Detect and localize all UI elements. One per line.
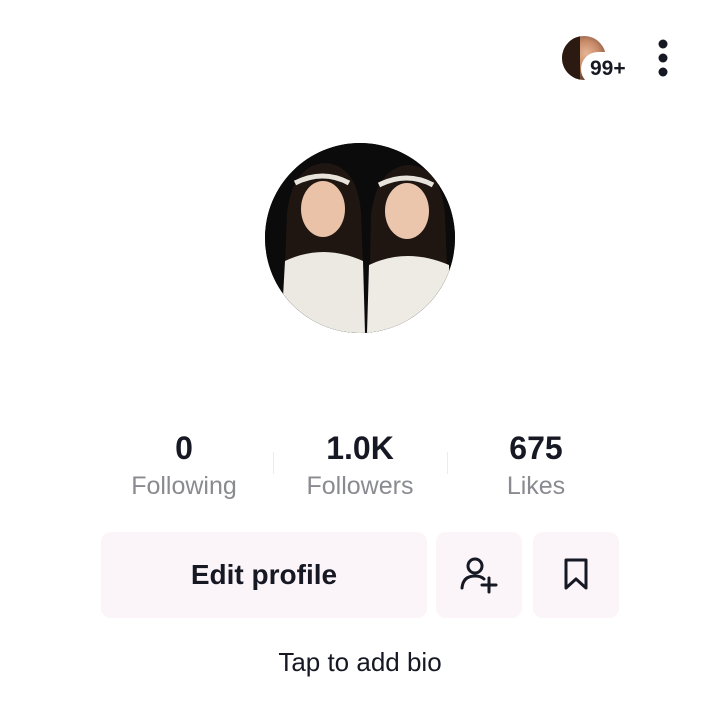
stat-followers[interactable]: 1.0K Followers xyxy=(270,428,450,504)
favorites-button[interactable] xyxy=(533,532,619,618)
add-bio-link[interactable]: Tap to add bio xyxy=(0,640,720,684)
add-user-icon xyxy=(459,554,499,597)
stat-following[interactable]: 0 Following xyxy=(94,428,274,504)
stat-value: 1.0K xyxy=(326,430,394,466)
edit-profile-button[interactable]: Edit profile xyxy=(101,532,427,618)
profile-stats: 0 Following 1.0K Followers 675 Likes xyxy=(90,428,630,508)
stat-label: Followers xyxy=(306,472,414,500)
notification-badge[interactable]: 99+ xyxy=(581,52,635,86)
avatar-hair-shape xyxy=(562,36,580,80)
stat-likes[interactable]: 675 Likes xyxy=(446,428,626,504)
stat-label: Following xyxy=(131,472,237,500)
profile-photo-illustration xyxy=(265,143,455,333)
top-bar: 99+ xyxy=(0,0,720,110)
add-friend-button[interactable] xyxy=(436,532,522,618)
bookmark-icon xyxy=(560,556,592,595)
stat-label: Likes xyxy=(506,472,566,500)
stat-value: 675 xyxy=(509,430,563,466)
profile-avatar[interactable] xyxy=(265,143,455,333)
more-vertical-icon[interactable] xyxy=(651,38,675,82)
stat-value: 0 xyxy=(175,430,193,466)
